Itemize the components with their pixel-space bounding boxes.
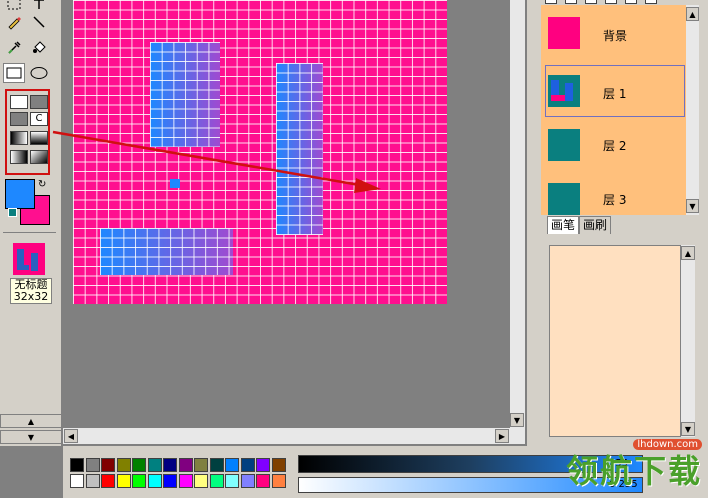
layer-name: 背景 <box>603 29 628 43</box>
gradient-block <box>100 228 233 275</box>
palette-swatch[interactable] <box>70 474 84 488</box>
palette-swatch[interactable] <box>85 474 100 488</box>
layers-panel: 背景 层 1 层 2 层 3 ▲ ▼ 画笔 画刷 ▲ ▼ <box>527 0 708 446</box>
palette-swatch[interactable] <box>194 474 208 488</box>
layer-thumbnail <box>548 75 580 107</box>
palette-swatch[interactable] <box>70 458 84 472</box>
thumbnail-label: 无标题 32x32 <box>10 278 52 304</box>
scroll-up-button[interactable]: ▲ <box>0 414 62 428</box>
palette-swatch[interactable] <box>209 458 224 472</box>
gradient-horizontal-option[interactable] <box>10 131 28 145</box>
palette-swatch[interactable] <box>271 458 286 472</box>
layer-item-2[interactable]: 层 2 <box>541 117 691 171</box>
custom-option[interactable]: C <box>30 112 48 126</box>
line-icon[interactable] <box>28 12 50 32</box>
scroll-right-arrow[interactable]: ▶ <box>495 429 509 443</box>
layer-list: 背景 层 1 层 2 层 3 <box>541 5 699 215</box>
layer-list-scrollbar[interactable] <box>686 5 699 215</box>
palette-swatch[interactable] <box>271 474 286 488</box>
eyedropper-icon[interactable] <box>3 37 25 57</box>
palette-swatch[interactable] <box>178 458 193 472</box>
palette-swatch[interactable] <box>132 474 146 488</box>
layer-toolbar <box>541 0 699 4</box>
layer-item-3[interactable]: 层 3 <box>541 171 691 215</box>
scroll-left-arrow[interactable]: ◀ <box>64 429 78 443</box>
brush-tabs: 画笔 画刷 <box>547 216 612 234</box>
reset-colors-icon[interactable] <box>8 208 17 217</box>
fill-outline-option[interactable] <box>10 112 28 126</box>
palette-swatch[interactable] <box>85 458 100 472</box>
watermark-text: 领航下载 <box>565 452 702 490</box>
tab-pen[interactable]: 画笔 <box>547 216 580 234</box>
move-down-icon[interactable] <box>645 0 657 4</box>
palette-swatch[interactable] <box>163 474 177 488</box>
layer-name: 层 1 <box>603 87 627 101</box>
palette-swatch[interactable] <box>147 474 162 488</box>
gradient-diagonal-option[interactable] <box>30 150 48 164</box>
layer-name: 层 3 <box>603 193 627 207</box>
layer-item-1[interactable]: 层 1 <box>541 63 691 117</box>
gradient-vertical-option[interactable] <box>30 131 48 145</box>
annotation-arrow <box>52 130 381 193</box>
watermark: lhdown.com 领航下载 <box>528 438 708 498</box>
palette-swatch[interactable] <box>209 474 224 488</box>
bucket-icon[interactable] <box>28 37 50 57</box>
palette-swatch[interactable] <box>147 458 162 472</box>
brush-content-panel <box>549 245 681 437</box>
merge-layer-icon[interactable] <box>605 0 617 4</box>
vertical-scrollbar[interactable] <box>510 0 525 428</box>
image-size: 32x32 <box>13 290 49 303</box>
new-layer-icon[interactable] <box>545 0 557 4</box>
palette-swatch[interactable] <box>116 474 131 488</box>
pencil-icon[interactable] <box>3 12 25 32</box>
image-thumbnail[interactable] <box>13 243 45 275</box>
palette-swatch[interactable] <box>101 458 115 472</box>
tab-brush[interactable]: 画刷 <box>579 216 612 234</box>
copy-layer-icon[interactable] <box>565 0 577 4</box>
horizontal-scrollbar[interactable] <box>63 428 525 444</box>
move-up-icon[interactable] <box>625 0 637 4</box>
canvas-workspace: ▼ ◀ ▶ <box>52 0 525 444</box>
brush-scroll-up-arrow[interactable]: ▲ <box>681 246 695 260</box>
gradient-reverse-option[interactable] <box>10 150 28 164</box>
palette-swatch[interactable] <box>256 474 270 488</box>
brush-panel-scrollbar[interactable] <box>681 245 695 437</box>
fill-style-options: C <box>5 89 50 175</box>
scroll-down-arrow[interactable]: ▼ <box>510 413 524 427</box>
tool-panel: C ↻ 无标题 32x32 ▲ ▼ <box>0 0 62 446</box>
rectangle-icon[interactable] <box>3 63 25 83</box>
palette-swatch[interactable] <box>256 458 270 472</box>
layer-thumbnail <box>548 17 580 49</box>
layer-scroll-up-arrow[interactable]: ▲ <box>686 7 699 21</box>
palette-swatch[interactable] <box>178 474 193 488</box>
filled-option[interactable] <box>30 95 48 109</box>
palette-swatch[interactable] <box>240 474 255 488</box>
outline-only-option[interactable] <box>10 95 28 109</box>
scroll-down-button[interactable]: ▼ <box>0 430 62 444</box>
delete-layer-icon[interactable] <box>585 0 597 4</box>
brush-scroll-down-arrow[interactable]: ▼ <box>681 422 695 436</box>
palette-swatch[interactable] <box>225 474 239 488</box>
palette-swatch[interactable] <box>163 458 177 472</box>
palette-swatch[interactable] <box>240 458 255 472</box>
palette-swatch[interactable] <box>225 458 239 472</box>
swap-colors-icon[interactable]: ↻ <box>38 179 46 190</box>
layer-thumbnail <box>548 183 580 215</box>
foreground-color-swatch[interactable] <box>5 179 35 209</box>
palette-swatch[interactable] <box>194 458 208 472</box>
layer-scroll-down-arrow[interactable]: ▼ <box>686 199 699 213</box>
palette-swatch[interactable] <box>116 458 131 472</box>
palette-swatch[interactable] <box>132 458 146 472</box>
image-thumbnail-panel: 无标题 32x32 <box>3 232 56 412</box>
palette-swatch[interactable] <box>101 474 115 488</box>
layer-name: 层 2 <box>603 139 627 153</box>
layer-item-background[interactable]: 背景 <box>541 9 691 63</box>
layer-thumbnail <box>548 129 580 161</box>
ellipse-icon[interactable] <box>28 63 50 83</box>
